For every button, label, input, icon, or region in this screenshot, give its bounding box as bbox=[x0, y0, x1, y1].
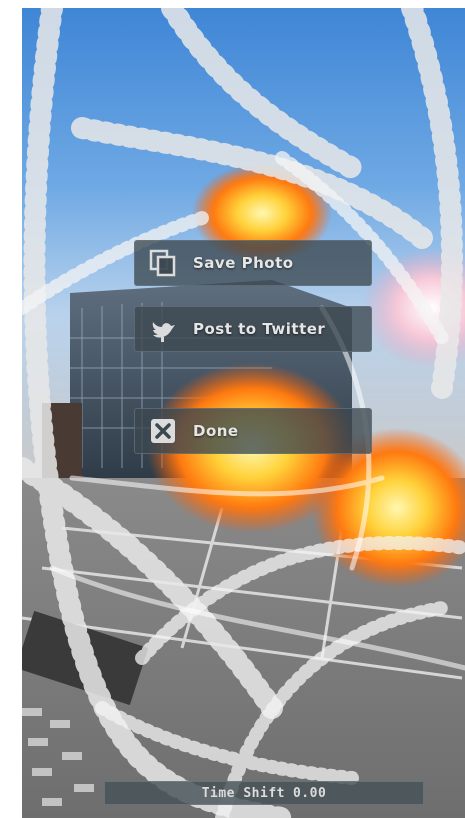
copy-photo-icon bbox=[145, 245, 181, 281]
done-button[interactable]: Done bbox=[134, 408, 372, 454]
done-label: Done bbox=[193, 422, 239, 440]
post-to-twitter-button[interactable]: Post to Twitter bbox=[134, 306, 372, 352]
close-x-icon bbox=[145, 413, 181, 449]
time-shift-value: 0.00 bbox=[292, 785, 327, 801]
time-shift-label: Time Shift bbox=[201, 785, 285, 801]
camera-viewport: Save Photo Post to Twitter Done Time Shi… bbox=[22, 8, 465, 818]
post-to-twitter-label: Post to Twitter bbox=[193, 320, 326, 338]
save-photo-button[interactable]: Save Photo bbox=[134, 240, 372, 286]
twitter-bird-icon bbox=[145, 311, 181, 347]
save-photo-label: Save Photo bbox=[193, 254, 294, 272]
time-shift-bar: Time Shift 0.00 bbox=[104, 781, 424, 805]
